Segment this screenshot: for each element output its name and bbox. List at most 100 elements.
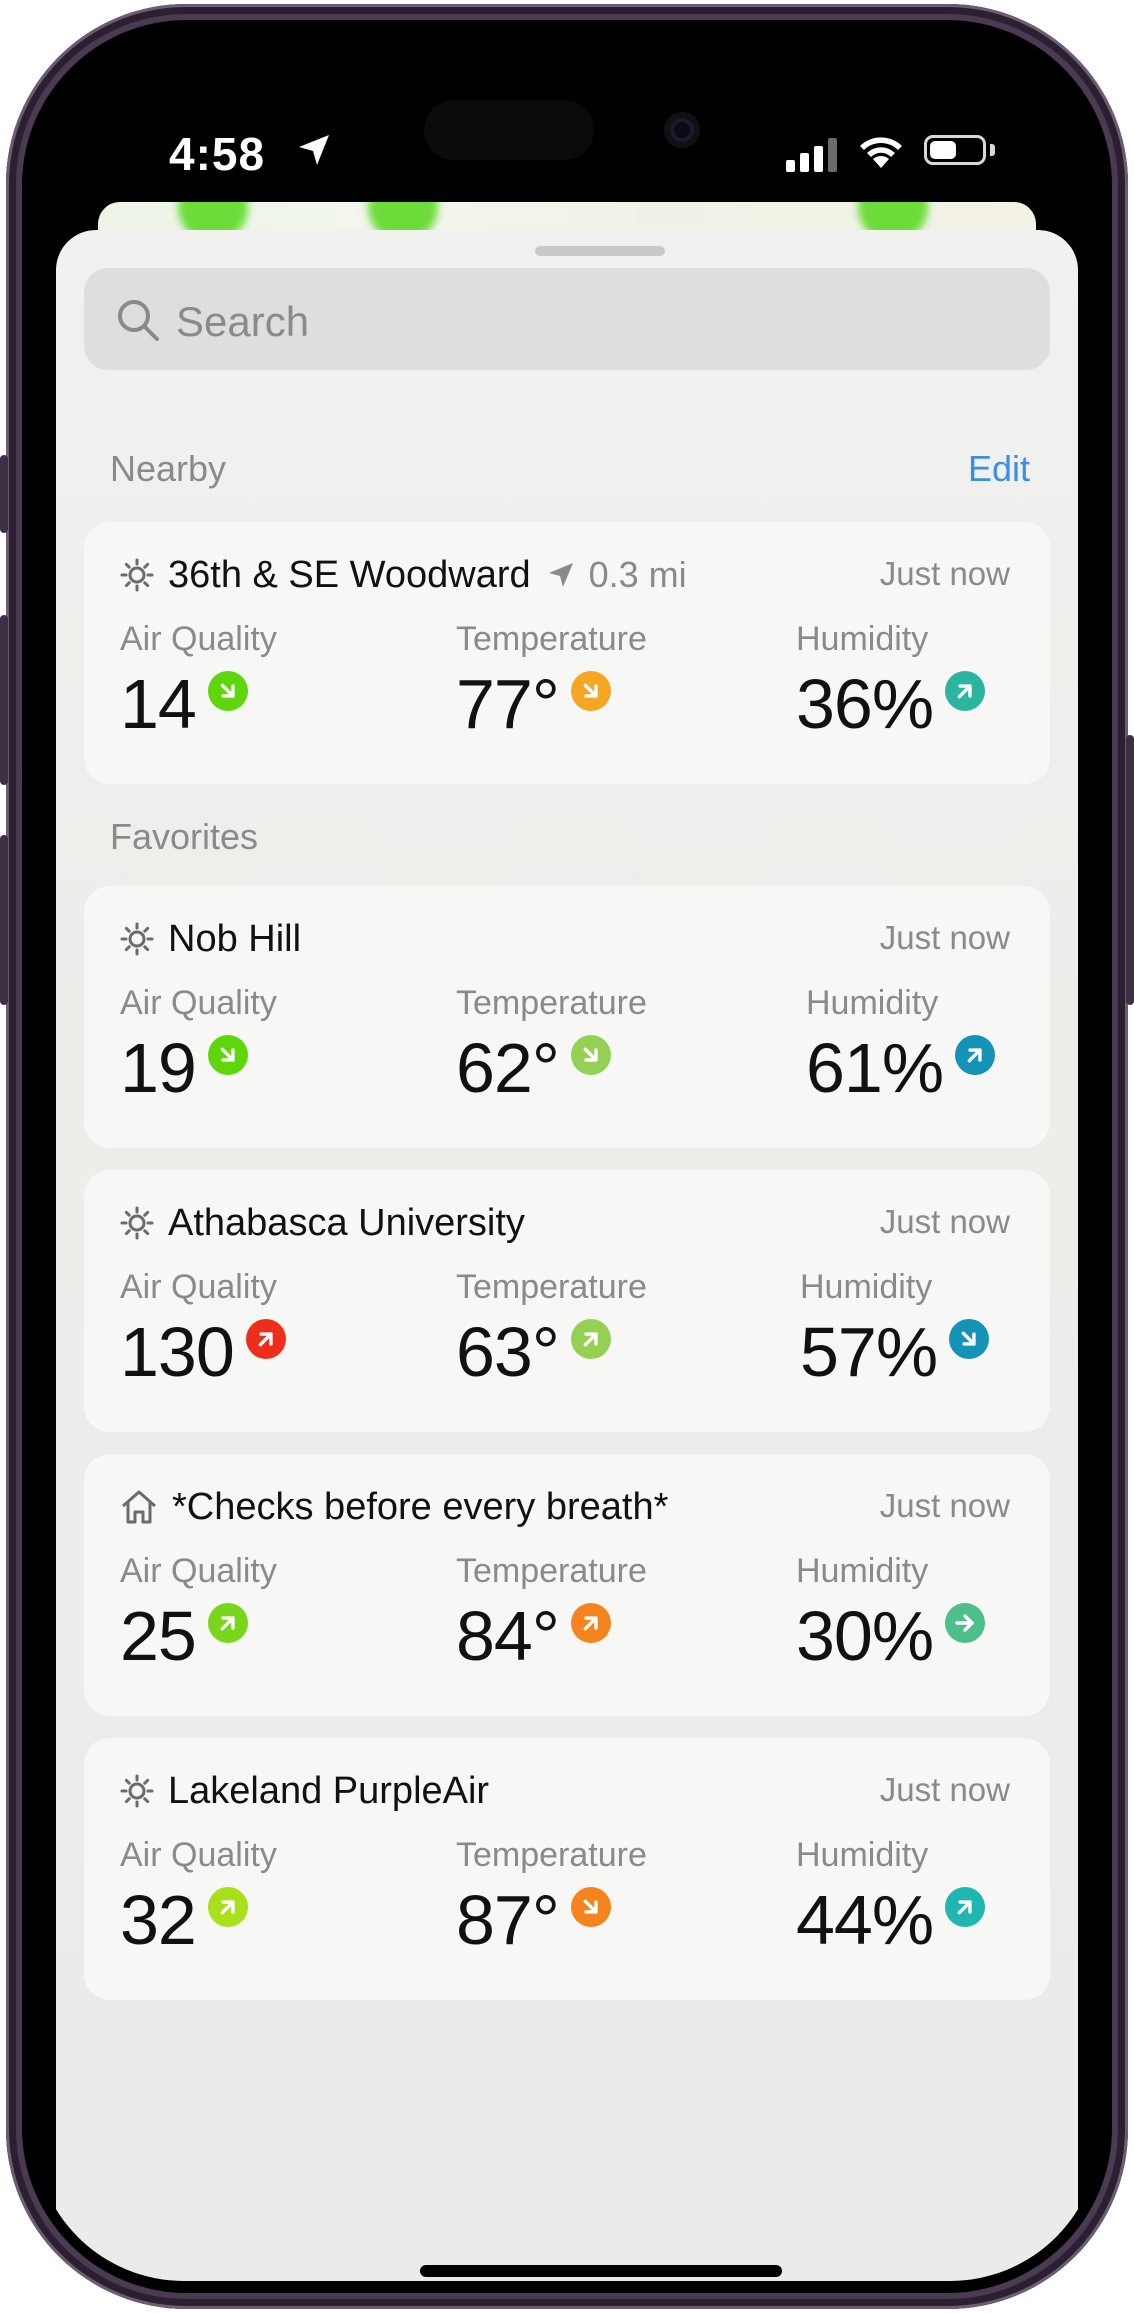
nearby-location-card[interactable]: 36th & SE Woodward 0.3 mi Just now Air Qual… [84,522,1050,784]
temperature-value: 62° [456,1029,560,1107]
favorite-location-card[interactable]: Lakeland PurpleAir Just now Air Quality 32 T… [84,1738,1050,2000]
trend-arrow-down-right-icon [949,1319,990,1359]
trend-arrow-up-right-icon [570,1603,611,1643]
home-indicator[interactable] [420,2265,782,2277]
location-name: 36th & SE Woodward [168,553,531,596]
trend-arrow-up-right-icon [570,1319,611,1359]
air-quality-value: 19 [120,1029,197,1107]
sun-icon [120,1774,154,1808]
updated-time: Just now [879,1771,1010,1808]
trend-arrow-up-right-icon [245,1319,286,1359]
sun-icon [120,1206,154,1240]
trend-arrow-up-right-icon [955,1035,996,1075]
temperature-metric: Temperature 84° [456,1552,647,1671]
search-icon [118,300,159,341]
camera-icon [664,112,700,148]
favorite-location-card[interactable]: *Checks before every breath* Just now Air … [84,1454,1050,1716]
updated-time: Just now [879,1487,1010,1524]
action-button [0,455,8,533]
volume-up-button [0,615,8,785]
updated-time: Just now [879,555,1010,592]
screen: 4:58 Search Nearby Edit 36th & SE Woodwa… [34,32,1100,2281]
updated-time: Just now [879,1203,1010,1240]
location-arrow-icon [299,135,329,165]
humidity-value: 36% [796,665,934,743]
humidity-metric: Humidity 36% [796,620,986,743]
air-quality-metric: Air Quality 14 [120,620,277,739]
trend-arrow-down-right-icon [207,671,248,711]
trend-arrow-up-right-icon [207,1603,248,1643]
air-quality-label: Air Quality [120,1268,277,1306]
status-bar: 4:58 [34,32,1100,212]
air-quality-metric: Air Quality 130 [120,1268,286,1387]
humidity-metric: Humidity 57% [800,1268,990,1391]
temperature-value: 63° [456,1313,560,1391]
air-quality-value: 14 [120,665,197,743]
humidity-value: 57% [800,1313,938,1391]
humidity-metric: Humidity 30% [796,1552,986,1675]
air-quality-metric: Air Quality 32 [120,1836,277,1955]
temperature-label: Temperature [456,1268,647,1306]
trend-arrow-down-right-icon [207,1035,248,1075]
dynamic-island [424,100,594,160]
status-time: 4:58 [169,128,266,180]
temperature-label: Temperature [456,1836,647,1874]
air-quality-label: Air Quality [120,620,277,658]
location-distance: 0.3 mi [547,554,687,596]
battery-tip [990,144,995,156]
temperature-value: 84° [456,1597,560,1675]
humidity-label: Humidity [806,984,939,1022]
air-quality-label: Air Quality [120,1552,277,1590]
cellular-signal-icon [786,138,837,172]
air-quality-metric: Air Quality 25 [120,1552,277,1671]
favorite-location-card[interactable]: Nob Hill Just now Air Quality 19 Temperature… [84,886,1050,1148]
nearby-section-title: Nearby [110,448,227,489]
search-field[interactable]: Search [84,268,1050,370]
trend-arrow-up-right-icon [207,1887,248,1927]
card-header: 36th & SE Woodward 0.3 mi [120,550,687,600]
temperature-label: Temperature [456,1552,647,1590]
humidity-label: Humidity [796,1836,929,1874]
humidity-value: 61% [806,1029,944,1107]
power-button [1126,735,1134,1005]
humidity-label: Humidity [796,1552,929,1590]
temperature-metric: Temperature 63° [456,1268,647,1387]
search-placeholder: Search [176,298,310,345]
humidity-label: Humidity [800,1268,933,1306]
temperature-metric: Temperature 87° [456,1836,647,1955]
humidity-value: 30% [796,1597,934,1675]
location-name: Lakeland PurpleAir [168,1769,490,1812]
air-quality-value: 25 [120,1597,197,1675]
locations-sheet: Search Nearby Edit 36th & SE Woodward 0.3… [56,230,1078,2281]
wifi-icon [860,137,902,168]
air-quality-value: 32 [120,1881,197,1959]
temperature-metric: Temperature 77° [456,620,647,739]
humidity-value: 44% [796,1881,934,1959]
trend-arrow-down-right-icon [570,671,611,711]
favorite-location-card[interactable]: Athabasca University Just now Air Quality 1… [84,1170,1050,1432]
card-header: Lakeland PurpleAir [120,1766,489,1816]
trend-arrow-up-right-icon [945,671,986,711]
temperature-value: 87° [456,1881,560,1959]
location-name: *Checks before every breath* [172,1485,669,1528]
air-quality-value: 130 [120,1313,235,1391]
favorites-section-title: Favorites [110,816,259,857]
trend-arrow-down-right-icon [570,1035,611,1075]
card-header: Athabasca University [120,1198,525,1248]
humidity-label: Humidity [796,620,929,658]
sheet-grabber[interactable] [535,246,665,256]
temperature-value: 77° [456,665,560,743]
location-name: Athabasca University [168,1201,525,1244]
trend-arrow-down-right-icon [570,1887,611,1927]
updated-time: Just now [879,919,1010,956]
home-icon [122,1490,156,1524]
temperature-label: Temperature [456,620,647,658]
card-header: Nob Hill [120,914,301,964]
air-quality-label: Air Quality [120,984,277,1022]
air-quality-label: Air Quality [120,1836,277,1874]
trend-arrow-right-icon [945,1603,986,1643]
edit-button[interactable]: Edit [968,448,1030,490]
location-arrow-icon [548,563,573,587]
sun-icon [120,558,154,592]
humidity-metric: Humidity 44% [796,1836,986,1959]
